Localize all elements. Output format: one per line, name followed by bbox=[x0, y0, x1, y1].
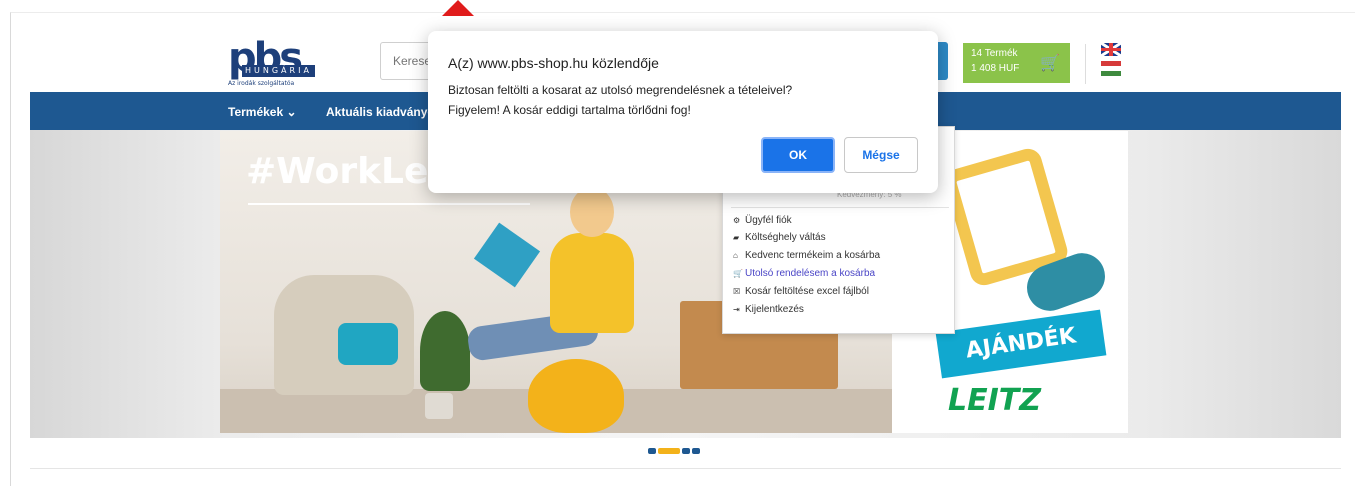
confirm-dialog: A(z) www.pbs-shop.hu közlendője Biztosan… bbox=[428, 31, 938, 193]
cart-button[interactable]: 14 Termék 1 408 HUF 🛒 bbox=[963, 43, 1070, 83]
person-image bbox=[550, 233, 634, 333]
logo-subtitle: HUNGÁRIA bbox=[242, 65, 315, 77]
cart-total: 1 408 HUF bbox=[971, 63, 1020, 74]
flag-en-icon[interactable] bbox=[1101, 43, 1121, 56]
menu-item-favorites-to-cart[interactable]: ⌂ Kedvenc termékeim a kosárba bbox=[733, 250, 880, 261]
cart-icon: 🛒 bbox=[1040, 55, 1060, 72]
carousel-dot[interactable] bbox=[648, 448, 656, 454]
cart-icon: 🛒 bbox=[733, 269, 743, 278]
section-divider bbox=[30, 468, 1341, 469]
dialog-message-line2: Figyelem! A kosár eddigi tartalma törlőd… bbox=[448, 103, 691, 117]
carousel-dot-active[interactable] bbox=[658, 448, 680, 454]
plant-image bbox=[420, 311, 470, 391]
cart-item-count: 14 Termék bbox=[971, 48, 1018, 59]
nav-catalogs[interactable]: Aktuális kiadványo bbox=[326, 105, 435, 119]
flag-hu-icon[interactable] bbox=[1101, 61, 1121, 76]
home-icon: ⌂ bbox=[733, 251, 738, 260]
menu-item-excel-upload[interactable]: ☒ Kosár feltöltése excel fájlból bbox=[733, 286, 869, 297]
carousel-dot[interactable] bbox=[682, 448, 690, 454]
sitting-ball-image bbox=[528, 359, 624, 433]
header-divider bbox=[1085, 44, 1086, 84]
menu-item-account[interactable]: ⚙ Ügyfél fiók bbox=[733, 215, 792, 226]
menu-item-cost-center[interactable]: ▰ Költséghely váltás bbox=[733, 232, 826, 243]
nav-products[interactable]: Termékek ⌄ bbox=[228, 105, 297, 119]
truck-icon: ▰ bbox=[733, 233, 740, 242]
carousel-dot[interactable] bbox=[692, 448, 700, 454]
logout-icon: ⇥ bbox=[733, 305, 740, 314]
dialog-title: A(z) www.pbs-shop.hu közlendője bbox=[448, 55, 659, 71]
excel-icon: ☒ bbox=[733, 287, 741, 296]
cancel-button[interactable]: Mégse bbox=[844, 137, 918, 173]
ok-button[interactable]: OK bbox=[761, 137, 835, 173]
page: pbs HUNGÁRIA Az irodák szolgáltatóa ⌕ 14… bbox=[0, 0, 1355, 486]
dialog-message-line1: Biztosan feltölti a kosarat az utolsó me… bbox=[448, 83, 793, 97]
logo-tagline: Az irodák szolgáltatóa bbox=[228, 80, 295, 87]
annotation-arrow-icon bbox=[442, 0, 474, 16]
menu-item-logout[interactable]: ⇥ Kijelentkezés bbox=[733, 304, 804, 315]
menu-item-last-order-to-cart[interactable]: 🛒 Utolsó rendelésem a kosárba bbox=[733, 268, 875, 279]
gear-icon: ⚙ bbox=[733, 216, 741, 225]
leitz-logo: LEITZ bbox=[948, 383, 1041, 418]
pbs-logo[interactable]: pbs HUNGÁRIA Az irodák szolgáltatóa bbox=[228, 38, 328, 90]
